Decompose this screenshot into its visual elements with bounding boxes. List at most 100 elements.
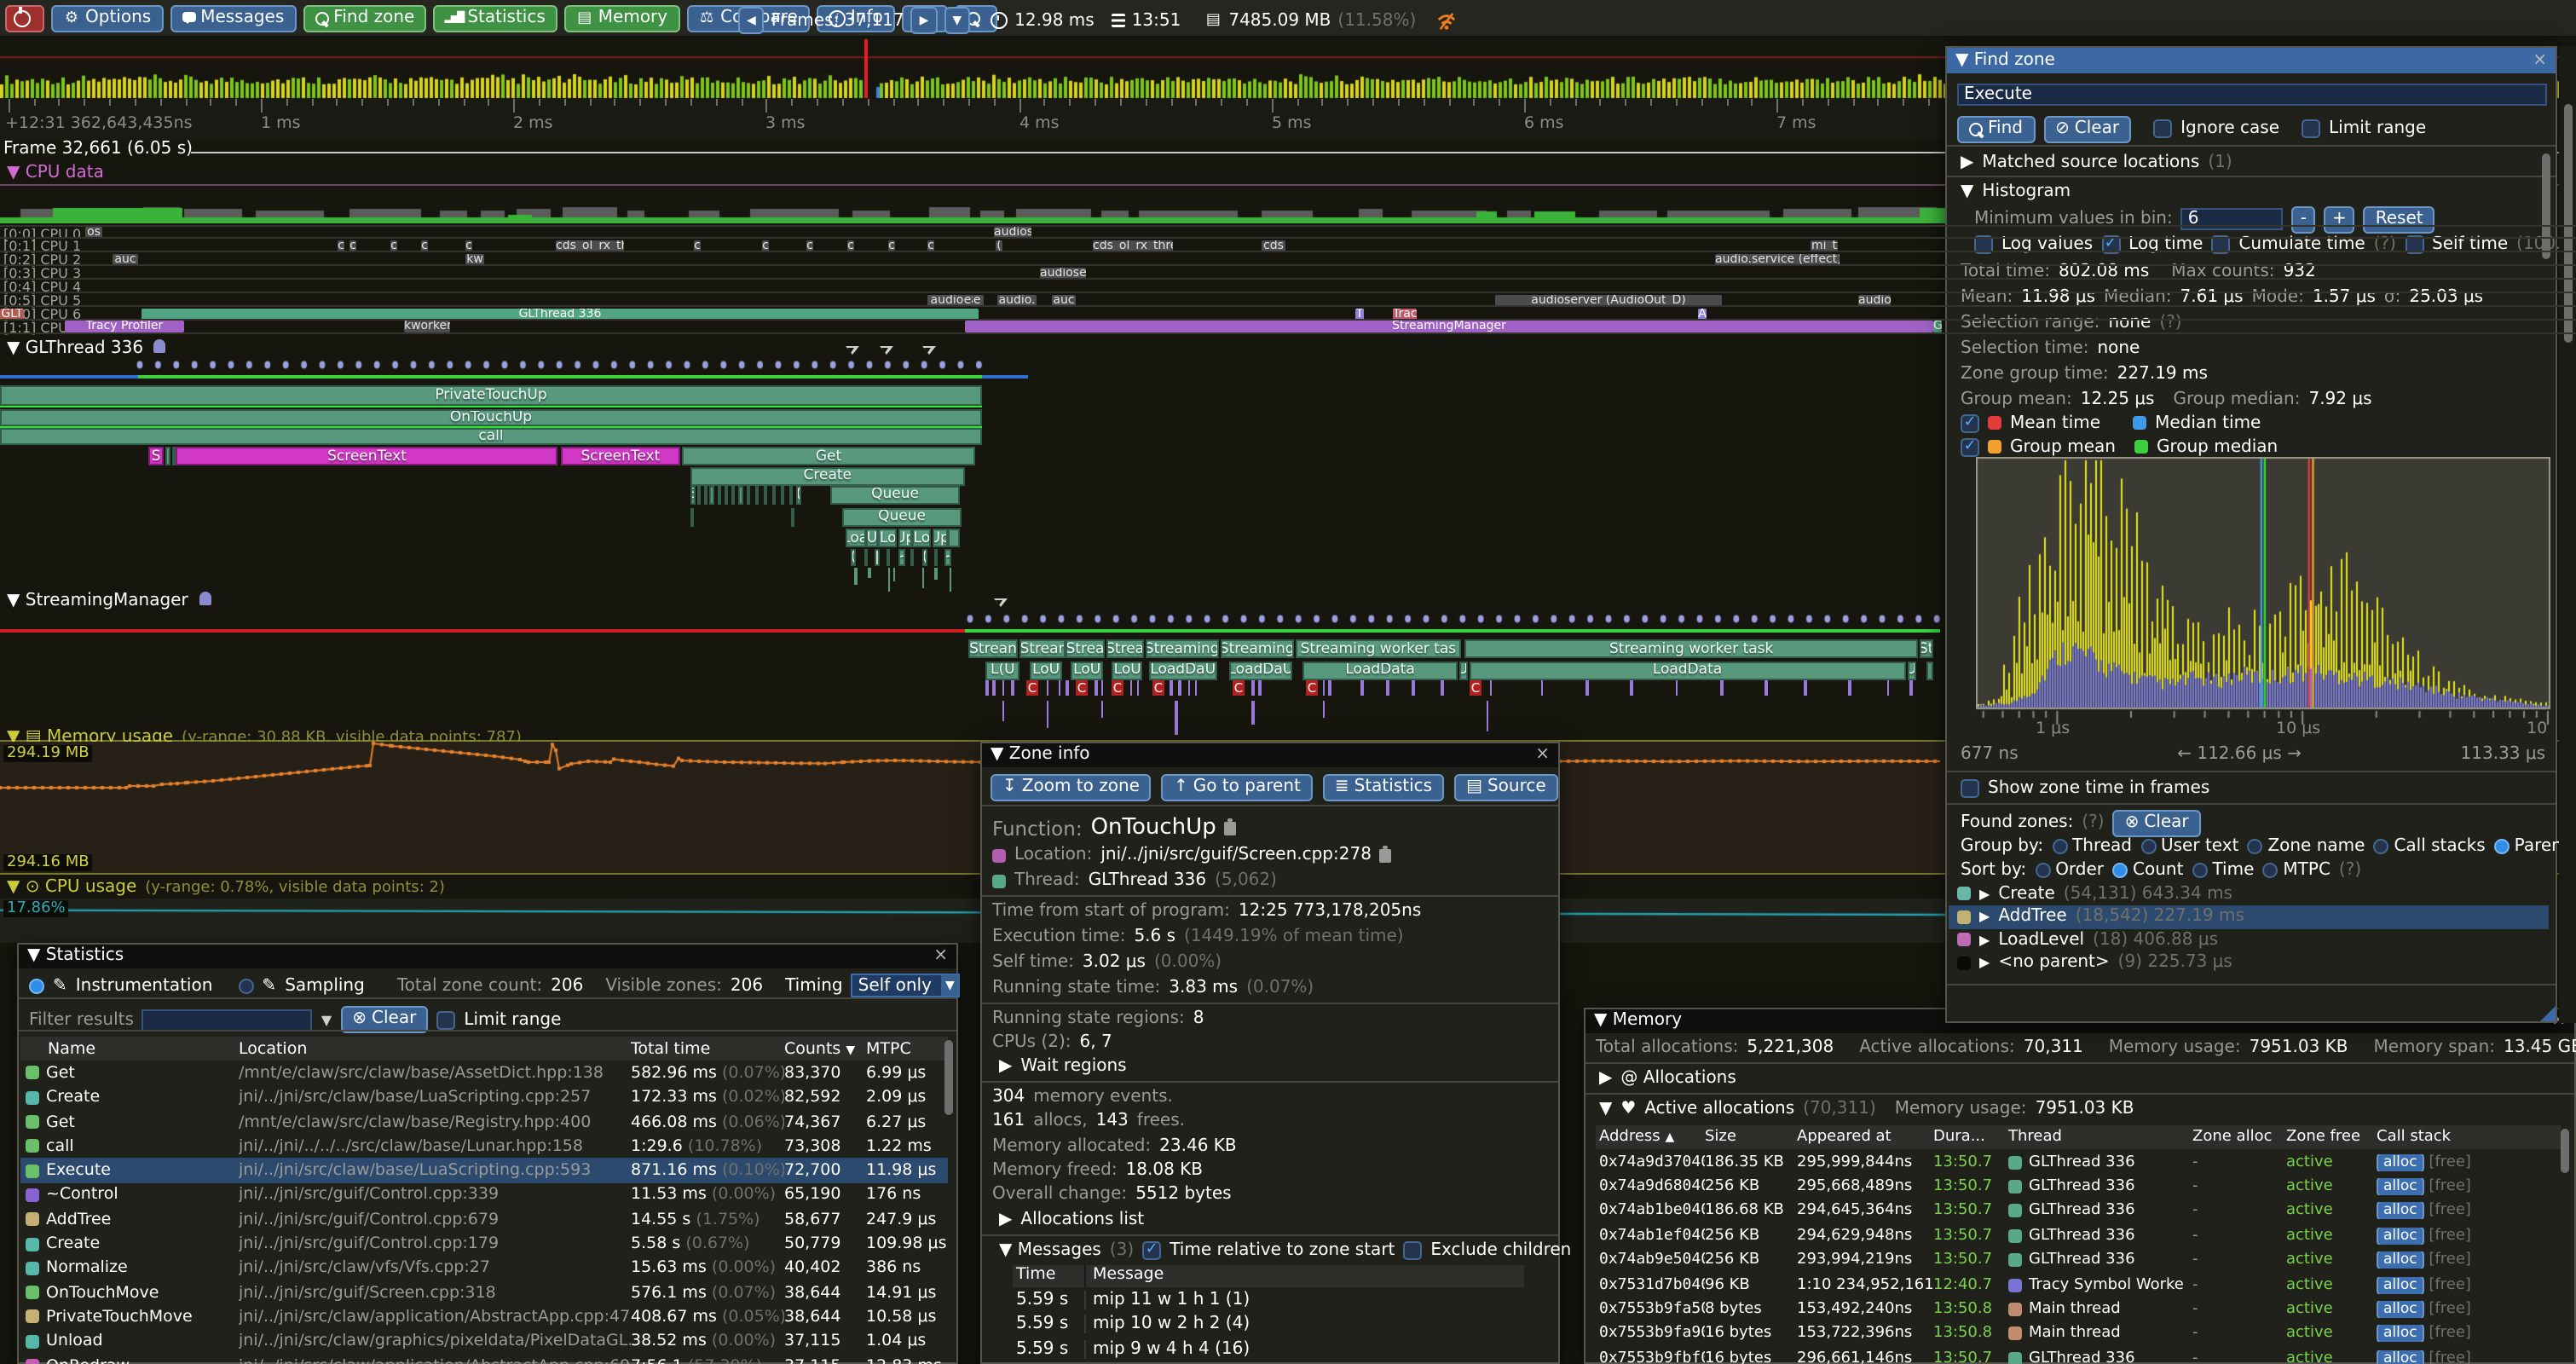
timing-select[interactable]: Self only▼ [852, 974, 960, 997]
cpu-timeline-chip[interactable]: A [1698, 308, 1707, 320]
zone-bar[interactable] [948, 529, 961, 547]
toolbar-button[interactable]: Memory [564, 4, 679, 32]
statistics-table-header[interactable]: Name Location Total time Counts ▼ MTPC [20, 1037, 948, 1061]
zone-bar[interactable] [703, 486, 707, 505]
zone-bar[interactable] [755, 486, 759, 505]
zone-bar[interactable]: Queue [830, 486, 961, 505]
zone-bar[interactable]: U [866, 529, 878, 547]
zone-bar[interactable] [934, 549, 938, 566]
alloc-callstack-button[interactable]: alloc [2377, 1326, 2424, 1343]
table-row[interactable]: Create jni/../jni/src/guif/Control.cpp:1… [20, 1232, 948, 1257]
wait-regions-toggle[interactable]: ▶Wait regions [999, 1057, 1127, 1076]
active-allocations-toggle[interactable]: ▼♥ Active allocations(70,311) Memory usa… [1599, 1100, 2134, 1118]
group-by-radio[interactable]: Call stacks [2373, 836, 2485, 855]
zoom-to-zone-button[interactable]: ↧Zoom to zone [991, 774, 1152, 801]
alloc-callstack-button[interactable]: alloc [2377, 1276, 2424, 1293]
zone-bar[interactable]: Streaming [1146, 639, 1219, 658]
exclude-children-checkbox[interactable] [1403, 1241, 1422, 1260]
table-row[interactable]: Normalize jni/../jni/src/claw/vfs/Vfs.cp… [20, 1256, 948, 1280]
alloc-callstack-button[interactable]: alloc [2377, 1228, 2424, 1245]
cpu-data-header[interactable]: ▼ CPU data [7, 164, 104, 182]
table-row[interactable]: OnRedraw jni/../jni/src/claw/application… [20, 1354, 948, 1364]
resize-grip[interactable] [2540, 1005, 2556, 1020]
zone-bar[interactable] [910, 549, 914, 566]
find-zone-scrollbar[interactable] [2542, 153, 2550, 258]
cpu-timeline-chip[interactable]: audio [1858, 294, 1891, 306]
instrumentation-radio[interactable] [29, 978, 44, 993]
zone-bar[interactable]: Queue [841, 507, 962, 526]
zone-bar[interactable]: St [1919, 639, 1933, 658]
alloc-callstack-button[interactable]: alloc [2377, 1153, 2424, 1170]
zone-bar[interactable]: Create [690, 467, 966, 486]
zone-bar[interactable] [731, 486, 735, 505]
zone-bar[interactable] [172, 447, 176, 465]
zone-bar[interactable] [864, 549, 868, 566]
allocation-row[interactable]: 0x7553b9fa50 8 bytes 153,492,240ns 13:50… [1596, 1298, 2561, 1322]
increase-button[interactable]: + [2324, 205, 2355, 233]
found-zone-row[interactable]: ▶LoadLevel(18) 406.88 μs [1949, 928, 2549, 951]
cpu-timeline-chip[interactable]: cds_ol_rx_thr [556, 240, 624, 252]
main-scroll-track[interactable] [2559, 45, 2576, 1022]
cpu-timeline-chip[interactable]: T [1355, 308, 1364, 320]
frame-label[interactable]: Frame 32,661 (6.05 s) [3, 140, 193, 159]
cpu-timeline-chip[interactable]: Tracy Profiler [65, 321, 184, 333]
allocation-row[interactable]: 0x74ab1ef040 256 KB 294,629,948ns 13:50.… [1596, 1223, 2561, 1248]
close-icon[interactable]: × [933, 947, 948, 966]
group-by-radio[interactable]: User text [2140, 836, 2238, 855]
zone-bar[interactable]: Strea [1066, 639, 1104, 658]
memory-table-header[interactable]: Address ▲ Size Appeared at Dura... Threa… [1596, 1125, 2561, 1150]
copy-to-clipboard-icon[interactable] [1225, 821, 1237, 835]
zone-bar[interactable]: OnTouchUp [0, 408, 982, 425]
zone-bar[interactable] [1926, 661, 1933, 679]
context-switch-marker[interactable]: C [1152, 680, 1164, 696]
alloc-callstack-button[interactable]: alloc [2377, 1301, 2424, 1318]
find-zone-titlebar[interactable]: ▼ Find zone× [1947, 47, 2556, 72]
context-switch-marker[interactable]: C [1026, 680, 1038, 696]
zone-bar[interactable]: ( [922, 549, 927, 566]
zone-bar[interactable]: call [0, 428, 982, 446]
messages-toggle[interactable]: ▼ Messages [999, 1241, 1101, 1260]
zone-bar[interactable]: | [875, 549, 880, 566]
context-switch-marker[interactable]: C [1233, 680, 1245, 696]
statistics-scrollbar[interactable] [944, 1040, 953, 1115]
cpu-timeline-chip[interactable]: c [421, 240, 428, 252]
table-row[interactable]: ~Control jni/../jni/src/guif/Control.cpp… [20, 1183, 948, 1208]
sort-by-radio[interactable]: MTPC [2262, 860, 2331, 879]
zone-bar[interactable]: |~ [944, 549, 951, 566]
cpu-timeline-chip[interactable]: c [762, 240, 769, 252]
zone-bar[interactable] [697, 486, 701, 505]
zone-bar[interactable]: Strear [1019, 639, 1065, 658]
next-frame-button[interactable]: ▶ [911, 7, 938, 34]
allocation-row[interactable]: 0x7531d7b040 96 KB 1:10 234,952,161 12:4… [1596, 1273, 2561, 1298]
zone-bar[interactable] [772, 486, 776, 505]
found-zone-row[interactable]: ▶Create(54,131) 643.34 ms [1949, 882, 2549, 905]
zone-bar[interactable]: LoadData [1469, 661, 1906, 679]
zone-bar[interactable] [165, 447, 171, 465]
sampling-radio[interactable] [238, 978, 253, 993]
sort-by-radio[interactable]: Order [2035, 860, 2104, 879]
table-row[interactable]: Unload jni/../jni/src/claw/graphics/pixe… [20, 1329, 948, 1354]
cpu-timeline-chip[interactable]: StreamingManager [965, 321, 1933, 333]
cpu-timeline-chip[interactable]: kworker/u [404, 321, 450, 333]
find-button[interactable]: Find [1957, 115, 2035, 142]
cpu-usage-plot-header[interactable]: ▼ ⊙ CPU usage (y-range: 0.78%, visible d… [7, 878, 445, 897]
decrease-button[interactable]: - [2292, 205, 2315, 233]
zone-time-histogram[interactable] [1976, 456, 2550, 729]
cpu-timeline-chip[interactable]: c [349, 240, 356, 252]
table-row[interactable]: PrivateTouchMove jni/../jni/src/claw/app… [20, 1305, 948, 1330]
allocation-row[interactable]: 0x7553b9fbf0 16 bytes 296,661,146ns 13:5… [1596, 1346, 2561, 1364]
zone-bar[interactable] [690, 507, 693, 526]
message-row[interactable]: 5.59 s mip 11 w 1 h 1 (1) [1013, 1287, 1524, 1312]
zone-bar[interactable] [709, 486, 714, 505]
allocations-toggle[interactable]: ▶@ Allocations [1599, 1069, 1736, 1088]
context-switch-marker[interactable]: C [1112, 680, 1123, 696]
limit-range-checkbox[interactable] [2302, 119, 2320, 138]
zone-bar[interactable]: E [690, 486, 695, 505]
alloc-callstack-button[interactable]: alloc [2377, 1178, 2424, 1195]
alloc-callstack-button[interactable]: alloc [2377, 1252, 2424, 1269]
zone-bar[interactable] [725, 486, 728, 505]
zone-bar[interactable]: Streaming worker task [1465, 639, 1918, 658]
sort-by-radio[interactable]: Count [2112, 860, 2183, 879]
zone-bar[interactable]: Strea [1106, 639, 1144, 658]
cpu-timeline-chip[interactable]: auc [1052, 294, 1076, 306]
